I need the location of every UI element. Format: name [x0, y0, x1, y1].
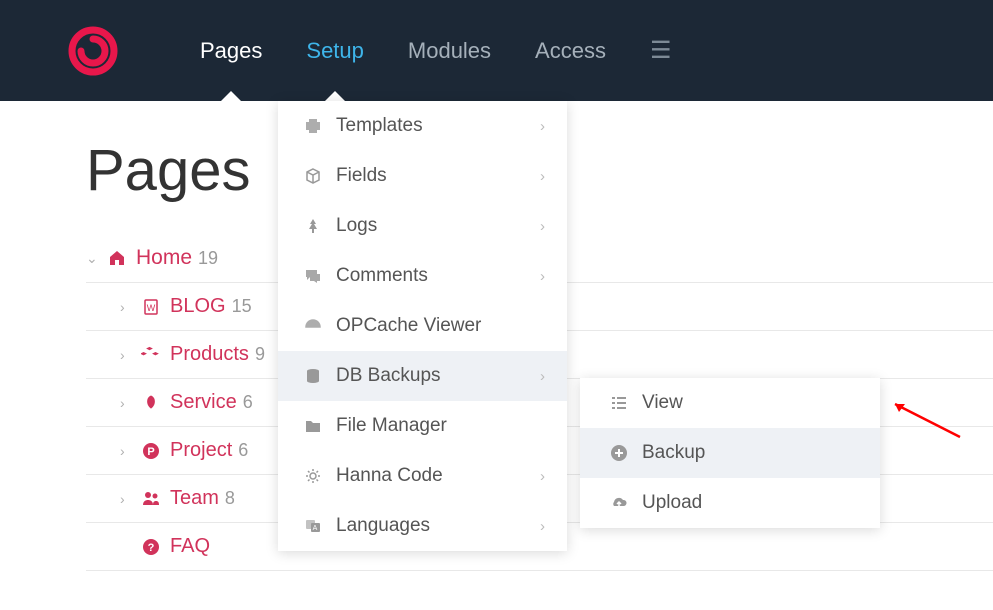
svg-text:P: P: [147, 446, 154, 458]
language-icon: A: [300, 517, 326, 535]
logo-icon: [68, 26, 118, 76]
arrow-annotation: [885, 392, 965, 442]
nav-modules[interactable]: Modules: [386, 0, 513, 101]
tree-project-count: 6: [238, 440, 248, 461]
main-nav: Pages Setup Modules Access ☰: [178, 0, 693, 101]
cubes-icon: [140, 346, 162, 364]
home-icon: [106, 249, 128, 267]
menu-hannacode-label: Hanna Code: [336, 465, 443, 487]
users-icon: [140, 490, 162, 508]
tree-home-label: Home: [136, 246, 192, 270]
chevron-right-icon: ›: [540, 218, 545, 235]
tree-project-label: Project: [170, 439, 232, 462]
chevron-right-icon[interactable]: ›: [120, 443, 140, 459]
folder-icon: [300, 417, 326, 435]
menu-logs-label: Logs: [336, 215, 377, 237]
tree-team-count: 8: [225, 488, 235, 509]
svg-text:A: A: [313, 525, 318, 532]
blog-icon: W: [140, 298, 162, 316]
tree-service-count: 6: [243, 392, 253, 413]
submenu-upload-label: Upload: [642, 492, 702, 514]
menu-fields-label: Fields: [336, 165, 387, 187]
menu-hannacode[interactable]: Hanna Code ›: [278, 451, 567, 501]
topbar: Pages Setup Modules Access ☰: [0, 0, 993, 101]
nav-setup[interactable]: Setup: [284, 0, 386, 101]
menu-fields[interactable]: Fields ›: [278, 151, 567, 201]
setup-dropdown: Templates › Fields › Logs › Comments › O…: [278, 101, 567, 551]
tree-blog-count: 15: [232, 296, 252, 317]
chevron-down-icon[interactable]: ⌄: [86, 250, 106, 267]
menu-languages[interactable]: A Languages ›: [278, 501, 567, 551]
svg-text:?: ?: [148, 542, 155, 554]
menu-filemanager[interactable]: File Manager: [278, 401, 567, 451]
dashboard-icon: [300, 317, 326, 335]
menu-comments-label: Comments: [336, 265, 428, 287]
nav-modules-label: Modules: [408, 38, 491, 64]
leaf-icon: [140, 394, 162, 412]
database-icon: [300, 367, 326, 385]
submenu-view[interactable]: View: [580, 378, 880, 428]
tree-service-label: Service: [170, 391, 237, 414]
tree-team-label: Team: [170, 487, 219, 510]
chevron-right-icon: ›: [540, 368, 545, 385]
chevron-right-icon[interactable]: ›: [120, 395, 140, 411]
menu-dbbackups[interactable]: DB Backups ›: [278, 351, 567, 401]
submenu-view-label: View: [642, 392, 683, 414]
cube-icon: [300, 167, 326, 185]
logo[interactable]: [63, 21, 123, 81]
submenu-upload[interactable]: Upload: [580, 478, 880, 528]
chevron-right-icon[interactable]: ›: [120, 491, 140, 507]
question-icon: ?: [140, 538, 162, 556]
nav-setup-label: Setup: [306, 38, 364, 64]
menu-logs[interactable]: Logs ›: [278, 201, 567, 251]
comments-icon: [300, 267, 326, 285]
svg-text:W: W: [147, 303, 156, 313]
chevron-right-icon[interactable]: ›: [120, 299, 140, 315]
menu-templates-label: Templates: [336, 115, 423, 137]
tree-home-count: 19: [198, 248, 218, 269]
templates-icon: [300, 117, 326, 135]
menu-templates[interactable]: Templates ›: [278, 101, 567, 151]
chevron-right-icon[interactable]: ›: [120, 347, 140, 363]
hamburger-icon[interactable]: ☰: [628, 36, 694, 65]
nav-pages-label: Pages: [200, 38, 262, 64]
tree-icon: [300, 217, 326, 235]
tree-products-label: Products: [170, 343, 249, 366]
tree-faq-label: FAQ: [170, 535, 210, 558]
menu-opcache-label: OPCache Viewer: [336, 315, 481, 337]
menu-dbbackups-label: DB Backups: [336, 365, 441, 387]
plus-circle-icon: [606, 444, 632, 462]
nav-access-label: Access: [535, 38, 606, 64]
menu-comments[interactable]: Comments ›: [278, 251, 567, 301]
chevron-right-icon: ›: [540, 268, 545, 285]
project-icon: P: [140, 442, 162, 460]
chevron-right-icon: ›: [540, 168, 545, 185]
menu-filemanager-label: File Manager: [336, 415, 447, 437]
chevron-right-icon: ›: [540, 518, 545, 535]
tree-blog-label: BLOG: [170, 295, 226, 318]
tree-products-count: 9: [255, 344, 265, 365]
cloud-upload-icon: [606, 494, 632, 512]
submenu-backup-label: Backup: [642, 442, 705, 464]
dbbackups-submenu: View Backup Upload: [580, 378, 880, 528]
submenu-backup[interactable]: Backup: [580, 428, 880, 478]
menu-opcache[interactable]: OPCache Viewer: [278, 301, 567, 351]
nav-pages[interactable]: Pages: [178, 0, 284, 101]
chevron-right-icon: ›: [540, 118, 545, 135]
chevron-right-icon: ›: [540, 468, 545, 485]
menu-languages-label: Languages: [336, 515, 430, 537]
sun-icon: [300, 467, 326, 485]
nav-access[interactable]: Access: [513, 0, 628, 101]
list-icon: [606, 394, 632, 412]
